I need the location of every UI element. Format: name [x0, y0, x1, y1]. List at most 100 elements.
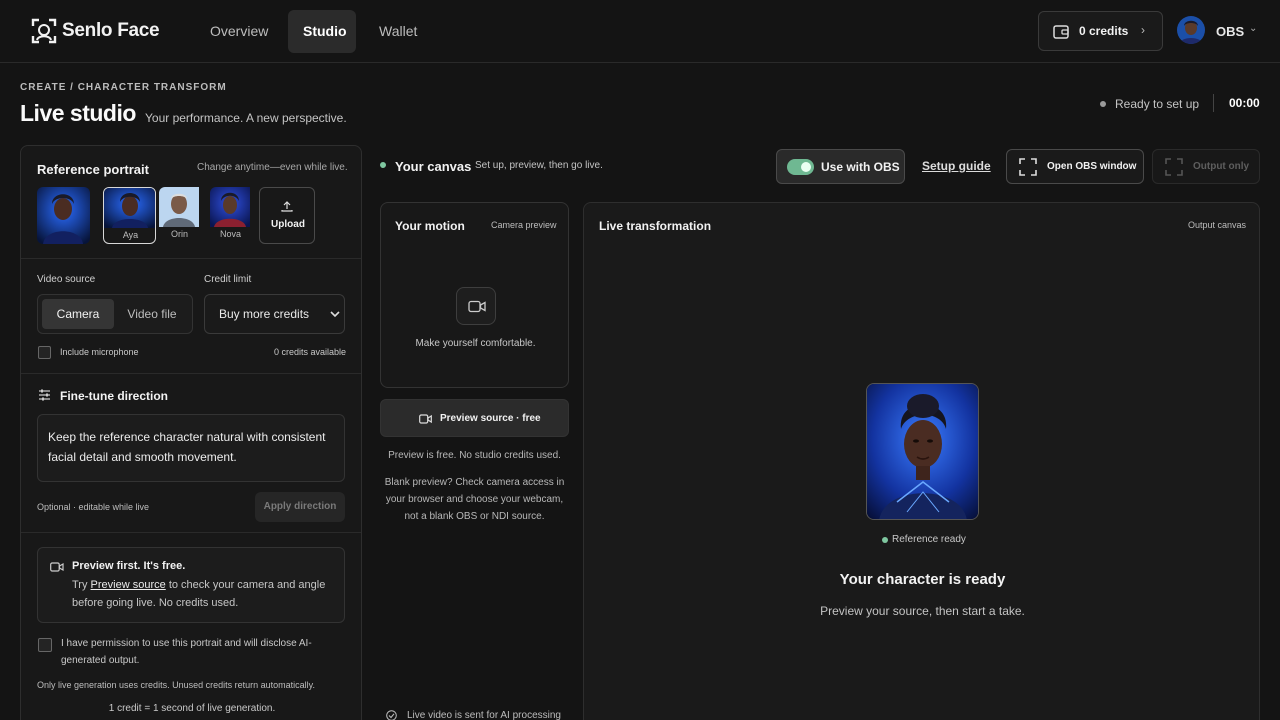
output-canvas-tag: Output canvas	[1188, 220, 1247, 230]
tip-prefix: Try	[72, 579, 88, 591]
video-camera-icon	[419, 414, 432, 424]
video-source-toggle: Camera Video file	[37, 294, 193, 334]
blank-help-line1: Blank preview? Check camera access in	[384, 477, 565, 488]
portrait-label: Orin	[170, 229, 188, 239]
motion-card: Your motion Camera preview Make yourself…	[380, 202, 569, 388]
expand-icon	[1019, 158, 1037, 176]
page-title: Live studio	[20, 100, 136, 126]
ready-title: Your character is ready	[839, 571, 1006, 588]
canvas-title: Your canvas	[395, 159, 472, 174]
top-nav: Senlo Face Overview Studio Wallet 0 cred…	[0, 0, 1280, 63]
credits-label: 0 credits	[1079, 24, 1129, 38]
tip-title: Preview first. It's free.	[72, 560, 186, 572]
toggle-knob	[801, 162, 811, 172]
upload-icon	[281, 201, 293, 212]
canvas-status-dot-icon	[380, 162, 386, 168]
divider	[21, 532, 361, 533]
reference-ready-dot-icon	[882, 537, 888, 543]
portrait-orin[interactable]: Orin	[159, 187, 212, 244]
upload-label: Upload	[271, 219, 305, 230]
ready-subtitle: Preview your source, then start a take.	[820, 604, 1025, 618]
reference-heading: Reference portrait	[37, 162, 149, 177]
tab-studio[interactable]: Studio	[288, 10, 356, 53]
video-source-label: Video source	[37, 274, 96, 285]
blank-help-line3: not a blank OBS or NDI source.	[404, 511, 545, 522]
tip-suffix: to check your camera and angle	[168, 579, 326, 591]
avatar[interactable]	[1177, 16, 1205, 44]
chevron-down-icon[interactable]: ⌄	[1249, 23, 1257, 34]
camera-option[interactable]: Camera	[42, 299, 114, 329]
expand-icon	[1165, 158, 1183, 176]
divider	[21, 258, 361, 259]
permission-line1: I have permission to use this portrait a…	[61, 638, 312, 649]
face-scan-logo-icon	[31, 18, 57, 44]
preview-button-label: Preview source · free	[440, 413, 541, 424]
live-transformation-card: Live transformation Output canvas Refere…	[583, 202, 1260, 720]
wallet-icon	[1053, 25, 1069, 39]
video-camera-icon	[468, 300, 486, 313]
microphone-label: Include microphone	[60, 347, 139, 357]
motion-message: Make yourself comfortable.	[415, 338, 536, 349]
tab-overview[interactable]: Overview	[195, 10, 283, 53]
status-text: Ready to set up	[1115, 97, 1200, 111]
preview-source-button[interactable]: Preview source · free	[380, 399, 569, 437]
live-title: Live transformation	[599, 219, 712, 233]
apply-direction-button[interactable]: Apply direction	[255, 492, 345, 522]
session-timer: 00:00	[1229, 96, 1260, 110]
divider	[1213, 94, 1214, 112]
preview-source-link[interactable]: Preview source	[91, 579, 166, 591]
status-dot-icon	[1100, 101, 1106, 107]
tip-line2: before going live. No credits used.	[72, 597, 239, 609]
video-camera-icon	[50, 562, 64, 572]
microphone-checkbox[interactable]	[38, 346, 51, 359]
character-portrait	[866, 383, 979, 520]
tip-line1: Try Preview source to check your camera …	[72, 579, 325, 591]
obs-toggle-label: Use with OBS	[821, 160, 900, 174]
canvas-subtitle: Set up, preview, then go live.	[475, 160, 603, 171]
portrait-aya[interactable]: Aya	[103, 187, 156, 244]
privacy-note: Live video is sent for AI processing	[407, 710, 561, 720]
reference-ready: Reference ready	[892, 534, 966, 545]
preview-free-note: Preview is free. No studio credits used.	[388, 450, 561, 461]
credits-button[interactable]: 0 credits ›	[1038, 11, 1163, 51]
open-obs-label: Open OBS window	[1047, 161, 1137, 172]
toggle-switch[interactable]	[787, 159, 814, 175]
permission-line2: generated output.	[61, 655, 140, 666]
camera-preview-tag: Camera preview	[491, 220, 557, 230]
video-file-option[interactable]: Video file	[114, 299, 190, 329]
page-subtitle: Your performance. A new perspective.	[145, 111, 347, 125]
output-only-button[interactable]: Output only	[1152, 149, 1260, 184]
portrait-nova[interactable]: Nova	[210, 187, 263, 244]
permission-checkbox[interactable]	[38, 638, 52, 652]
brand-name[interactable]: Senlo Face	[62, 20, 160, 42]
breadcrumb: CREATE / CHARACTER TRANSFORM	[20, 82, 227, 93]
divider	[21, 373, 361, 374]
chevron-down-icon	[330, 311, 340, 318]
setup-guide-link[interactable]: Setup guide	[922, 159, 991, 173]
reference-hint: Change anytime—even while live.	[197, 162, 348, 173]
open-obs-window-button[interactable]: Open OBS window	[1006, 149, 1144, 184]
portrait-thumbnail[interactable]	[37, 187, 90, 244]
user-name[interactable]: OBS	[1216, 24, 1244, 39]
portrait-label: Nova	[219, 229, 241, 239]
credits-available: 0 credits available	[274, 347, 347, 357]
portrait-label: Aya	[122, 230, 139, 240]
output-only-label: Output only	[1193, 161, 1250, 172]
tab-wallet[interactable]: Wallet	[364, 10, 432, 53]
blank-help-line2: your browser and choose your webcam,	[385, 494, 564, 505]
credit-rate: 1 credit = 1 second of live generation.	[108, 703, 276, 714]
camera-placeholder	[456, 287, 496, 325]
optional-note: Optional · editable while live	[37, 502, 150, 512]
shield-check-icon	[386, 710, 397, 720]
use-with-obs-toggle[interactable]: Use with OBS	[776, 149, 905, 184]
select-value: Buy more credits	[219, 307, 310, 321]
motion-title: Your motion	[395, 219, 465, 233]
chevron-right-icon: ›	[1141, 23, 1145, 37]
upload-button[interactable]: Upload	[259, 187, 315, 244]
preview-tip: Preview first. It's free. Try Preview so…	[37, 547, 345, 623]
credit-limit-label: Credit limit	[204, 274, 252, 285]
sliders-icon	[39, 389, 50, 401]
direction-textarea[interactable]: Keep the reference character natural wit…	[37, 414, 345, 482]
credit-limit-select[interactable]: Buy more credits	[204, 294, 345, 334]
settings-panel: Reference portrait Change anytime—even w…	[20, 145, 362, 720]
